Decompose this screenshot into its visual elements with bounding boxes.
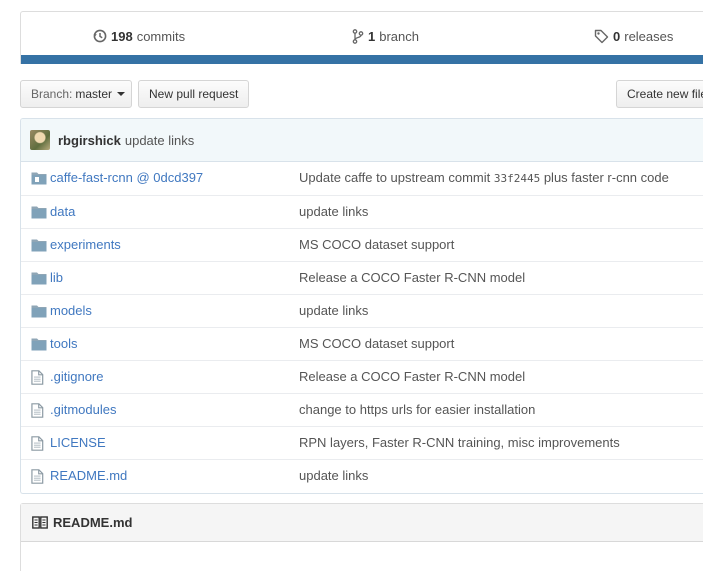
file-icon [31,403,47,418]
file-navigation-table: rbgirshick update links caffe-fast-rcnn … [20,118,703,494]
file-name-link[interactable]: data [50,204,75,219]
file-row[interactable]: .gitmodules change to https urls for easi… [21,393,703,426]
git-branch-icon [352,28,364,44]
folder-icon [31,337,47,351]
commit-author-link[interactable]: rbgirshick [58,133,121,148]
language-bar[interactable] [21,55,703,64]
releases-link[interactable]: 0 releases [594,27,673,45]
readme-title: README.md [53,515,133,530]
file-commit-message-link[interactable]: change to https urls for easier installa… [299,402,535,417]
branches-link[interactable]: 1 branch [352,27,419,45]
commits-label: commits [136,28,186,44]
file-commit-message-link[interactable]: Update caffe to upstream commit 33f2445 … [299,170,669,185]
file-row[interactable]: lib Release a COCO Faster R-CNN model [21,261,703,294]
releases-label: releases [624,28,674,44]
new-pull-request-button[interactable]: New pull request [138,80,249,108]
file-row[interactable]: README.md update links [21,459,703,492]
avatar[interactable] [30,130,50,150]
book-icon [32,516,48,529]
file-commit-message-link[interactable]: Release a COCO Faster R-CNN model [299,270,525,285]
file-commit-message-link[interactable]: Release a COCO Faster R-CNN model [299,369,525,384]
file-name-link[interactable]: .gitmodules [50,402,116,417]
branches-count: 1 [368,28,376,44]
file-name-link[interactable]: tools [50,336,77,351]
file-list: caffe-fast-rcnn @ 0dcd397 Update caffe to… [21,162,703,492]
file-name-link[interactable]: LICENSE [50,435,106,450]
chevron-down-icon [117,92,126,96]
folder-icon [31,271,47,285]
file-name-link[interactable]: experiments [50,237,121,252]
branch-name: master [75,87,113,101]
file-row[interactable]: caffe-fast-rcnn @ 0dcd397 Update caffe to… [21,162,703,195]
releases-count: 0 [613,28,621,44]
commit-message-link[interactable]: update links [125,133,194,148]
file-icon [31,370,47,385]
repo-page: 198 commits 1 branch 0 releases Branch: … [0,0,703,571]
branches-label: branch [379,28,419,44]
readme-header: README.md [21,504,703,542]
file-row[interactable]: data update links [21,195,703,228]
file-name-link[interactable]: .gitignore [50,369,103,384]
file-name-link[interactable]: README.md [50,468,127,483]
file-icon [31,436,47,451]
commit-sha[interactable]: 33f2445 [494,172,540,185]
file-name-link[interactable]: models [50,303,92,318]
file-row[interactable]: experiments MS COCO dataset support [21,228,703,261]
commit-message-text: plus faster r-cnn code [540,170,669,185]
file-commit-message-link[interactable]: update links [299,204,368,219]
repo-numbers-summary: 198 commits 1 branch 0 releases [20,11,703,64]
tag-icon [594,29,609,43]
file-row[interactable]: models update links [21,294,703,327]
create-new-file-button[interactable]: Create new file [616,80,703,108]
readme-box: README.md [20,503,703,571]
folder-icon [31,205,47,219]
latest-commit-bar: rbgirshick update links [21,119,703,162]
file-row[interactable]: LICENSE RPN layers, Faster R-CNN training… [21,426,703,459]
file-commit-message-link[interactable]: update links [299,303,368,318]
file-row[interactable]: tools MS COCO dataset support [21,327,703,360]
commits-link[interactable]: 198 commits [93,27,185,45]
submodule-icon [31,171,47,185]
folder-icon [31,238,47,252]
file-icon [31,469,47,484]
file-row[interactable]: .gitignore Release a COCO Faster R-CNN mo… [21,360,703,393]
file-name-link[interactable]: lib [50,270,63,285]
branch-prefix: Branch: [31,87,73,101]
file-commit-message-link[interactable]: update links [299,468,368,483]
file-commit-message-link[interactable]: MS COCO dataset support [299,336,454,351]
branch-select-button[interactable]: Branch: master [20,80,132,108]
file-commit-message-link[interactable]: MS COCO dataset support [299,237,454,252]
folder-icon [31,304,47,318]
file-commit-message-link[interactable]: RPN layers, Faster R-CNN training, misc … [299,435,620,450]
history-icon [93,29,107,43]
commit-message-text: Update caffe to upstream commit [299,170,494,185]
commits-count: 198 [111,28,133,44]
file-name-link[interactable]: caffe-fast-rcnn @ 0dcd397 [50,170,203,185]
